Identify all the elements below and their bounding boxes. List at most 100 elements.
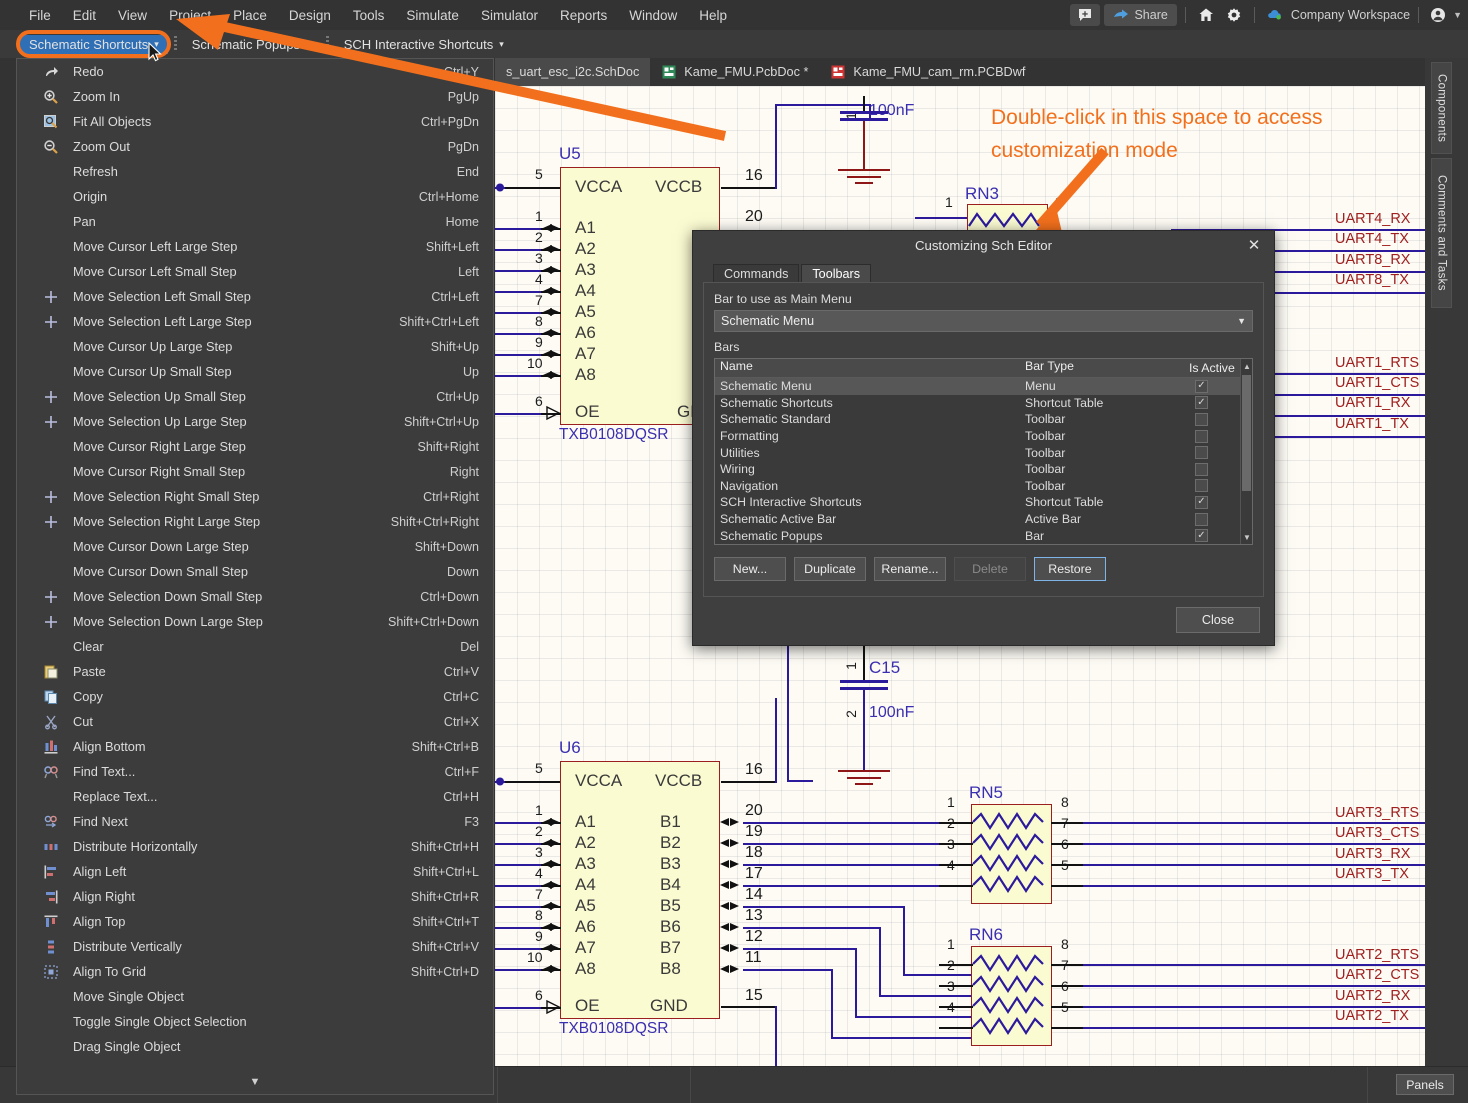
- menu-help[interactable]: Help: [688, 6, 738, 25]
- menu-item-drag-single-object[interactable]: Drag Single Object: [17, 1034, 493, 1059]
- menu-item-find-next[interactable]: Find Next F3: [17, 809, 493, 834]
- add-comment-button[interactable]: [1070, 4, 1101, 26]
- menu-reports[interactable]: Reports: [549, 6, 618, 25]
- table-row[interactable]: Schematic Popups Bar ✓: [715, 527, 1252, 544]
- table-row[interactable]: Schematic Shortcuts Shortcut Table ✓: [715, 395, 1252, 412]
- rename-button[interactable]: Rename...: [874, 557, 946, 581]
- is-active-checkbox[interactable]: [1195, 479, 1208, 493]
- table-row[interactable]: Wiring Toolbar: [715, 461, 1252, 478]
- menu-item-move-cursor-up-large-step[interactable]: Move Cursor Up Large Step Shift+Up: [17, 334, 493, 359]
- menu-item-align-to-grid[interactable]: Align To Grid Shift+Ctrl+D: [17, 959, 493, 984]
- menu-item-zoom-in[interactable]: Zoom In PgUp: [17, 84, 493, 109]
- menu-item-zoom-out[interactable]: Zoom Out PgDn: [17, 134, 493, 159]
- menu-file[interactable]: File: [18, 6, 62, 25]
- dialog-tab-commands[interactable]: Commands: [713, 264, 800, 283]
- menu-design[interactable]: Design: [278, 6, 342, 25]
- menu-item-align-bottom[interactable]: Align Bottom Shift+Ctrl+B: [17, 734, 493, 759]
- menu-item-move-cursor-right-large-step[interactable]: Move Cursor Right Large Step Shift+Right: [17, 434, 493, 459]
- menu-item-move-selection-right-small-step[interactable]: Move Selection Right Small Step Ctrl+Righ…: [17, 484, 493, 509]
- menu-item-distribute-vertically[interactable]: Distribute Vertically Shift+Ctrl+V: [17, 934, 493, 959]
- is-active-checkbox[interactable]: [1195, 512, 1208, 526]
- menu-item-fit-all-objects[interactable]: Fit All Objects Ctrl+PgDn: [17, 109, 493, 134]
- dialog-tab-toolbars[interactable]: Toolbars: [801, 264, 871, 283]
- is-active-checkbox[interactable]: ✓: [1195, 495, 1208, 509]
- table-row[interactable]: Utilities Toolbar: [715, 444, 1252, 461]
- table-row[interactable]: Formatting Toolbar: [715, 428, 1252, 445]
- table-row[interactable]: Schematic Standard Toolbar: [715, 411, 1252, 428]
- menu-tools[interactable]: Tools: [342, 6, 396, 25]
- menu-item-pan[interactable]: Pan Home: [17, 209, 493, 234]
- is-active-checkbox[interactable]: [1195, 446, 1208, 460]
- menu-item-cut[interactable]: Cut Ctrl+X: [17, 709, 493, 734]
- chevron-down-icon[interactable]: ▾: [499, 39, 504, 50]
- scroll-down-icon[interactable]: ▼: [1241, 530, 1252, 544]
- is-active-checkbox[interactable]: ✓: [1195, 396, 1208, 410]
- dialog-close-icon[interactable]: ✕: [1244, 235, 1264, 255]
- menu-item-move-cursor-left-large-step[interactable]: Move Cursor Left Large Step Shift+Left: [17, 234, 493, 259]
- table-row[interactable]: Navigation Toolbar: [715, 478, 1252, 495]
- menu-item-copy[interactable]: Copy Ctrl+C: [17, 684, 493, 709]
- menu-item-clear[interactable]: Clear Del: [17, 634, 493, 659]
- settings-button[interactable]: [1222, 4, 1246, 26]
- shortcut-tab-sch-interactive-shortcuts[interactable]: SCH Interactive Shortcuts ▾: [335, 35, 513, 54]
- menu-item-move-cursor-down-large-step[interactable]: Move Cursor Down Large Step Shift+Down: [17, 534, 493, 559]
- menu-item-move-cursor-up-small-step[interactable]: Move Cursor Up Small Step Up: [17, 359, 493, 384]
- table-row[interactable]: SCH Interactive Shortcuts Shortcut Table ✓: [715, 494, 1252, 511]
- is-active-checkbox[interactable]: ✓: [1195, 379, 1208, 393]
- menu-item-move-selection-left-large-step[interactable]: Move Selection Left Large Step Shift+Ctrl…: [17, 309, 493, 334]
- is-active-checkbox[interactable]: [1195, 412, 1208, 426]
- main-menu-combo[interactable]: Schematic Menu ▼: [714, 310, 1253, 332]
- menu-item-replace-text[interactable]: Replace Text... Ctrl+H: [17, 784, 493, 809]
- menu-place[interactable]: Place: [222, 6, 278, 25]
- shortcut-tab-schematic-shortcuts[interactable]: Schematic Shortcuts ▾: [20, 34, 168, 54]
- menu-item-align-right[interactable]: Align Right Shift+Ctrl+R: [17, 884, 493, 909]
- menu-item-move-selection-down-large-step[interactable]: Move Selection Down Large Step Shift+Ctrl…: [17, 609, 493, 634]
- menu-item-move-cursor-down-small-step[interactable]: Move Cursor Down Small Step Down: [17, 559, 493, 584]
- menu-view[interactable]: View: [107, 6, 158, 25]
- shortcut-tab-schematic-popups[interactable]: Schematic Popups ▾: [183, 35, 320, 54]
- menu-item-move-selection-left-small-step[interactable]: Move Selection Left Small Step Ctrl+Left: [17, 284, 493, 309]
- user-account-button[interactable]: [1427, 4, 1449, 26]
- menu-simulator[interactable]: Simulator: [470, 6, 549, 25]
- menu-item-refresh[interactable]: Refresh End: [17, 159, 493, 184]
- menu-item-move-single-object[interactable]: Move Single Object: [17, 984, 493, 1009]
- customizing-sch-editor-dialog[interactable]: Customizing Sch Editor ✕ Commands Toolbar…: [692, 230, 1275, 646]
- panel-tab-comments-tasks[interactable]: Comments and Tasks: [1431, 158, 1452, 308]
- dialog-close-button[interactable]: Close: [1176, 607, 1260, 633]
- menu-item-origin[interactable]: Origin Ctrl+Home: [17, 184, 493, 209]
- table-row[interactable]: Schematic Active Bar Active Bar: [715, 511, 1252, 528]
- scrollbar-thumb[interactable]: [1242, 375, 1251, 491]
- menu-item-move-selection-down-small-step[interactable]: Move Selection Down Small Step Ctrl+Down: [17, 584, 493, 609]
- table-row[interactable]: Schematic Menu Menu ✓: [715, 378, 1252, 395]
- menu-item-distribute-horizontally[interactable]: Distribute Horizontally Shift+Ctrl+H: [17, 834, 493, 859]
- new-button[interactable]: New...: [714, 557, 786, 581]
- panel-tab-components[interactable]: Components: [1431, 62, 1452, 154]
- menu-simulate[interactable]: Simulate: [395, 6, 470, 25]
- menu-item-align-left[interactable]: Align Left Shift+Ctrl+L: [17, 859, 493, 884]
- document-tab-0[interactable]: s_uart_esc_i2c.SchDoc: [495, 58, 651, 86]
- is-active-checkbox[interactable]: [1195, 429, 1208, 443]
- menu-item-move-cursor-right-small-step[interactable]: Move Cursor Right Small Step Right: [17, 459, 493, 484]
- menu-item-move-selection-up-large-step[interactable]: Move Selection Up Large Step Shift+Ctrl+U…: [17, 409, 493, 434]
- restore-button[interactable]: Restore: [1034, 557, 1106, 581]
- share-button[interactable]: Share: [1104, 4, 1177, 26]
- menu-item-move-cursor-left-small-step[interactable]: Move Cursor Left Small Step Left: [17, 259, 493, 284]
- menu-project[interactable]: Project: [158, 6, 222, 25]
- is-active-checkbox[interactable]: ✓: [1195, 529, 1208, 543]
- panels-button[interactable]: Panels: [1396, 1074, 1454, 1095]
- document-tab-2[interactable]: Kame_FMU_cam_rm.PCBDwf: [819, 58, 1036, 86]
- menu-item-find-text[interactable]: Find Text... Ctrl+F: [17, 759, 493, 784]
- workspace-cloud-button[interactable]: [1263, 4, 1287, 26]
- is-active-checkbox[interactable]: [1195, 462, 1208, 476]
- menu-item-move-selection-right-large-step[interactable]: Move Selection Right Large Step Shift+Ctr…: [17, 509, 493, 534]
- menu-item-redo[interactable]: Redo Ctrl+Y: [17, 59, 493, 84]
- menu-item-move-selection-up-small-step[interactable]: Move Selection Up Small Step Ctrl+Up: [17, 384, 493, 409]
- menu-edit[interactable]: Edit: [62, 6, 107, 25]
- bars-table-scrollbar[interactable]: ▲ ▼: [1240, 359, 1252, 544]
- schematic-shortcuts-dropdown[interactable]: Redo Ctrl+Y Zoom In PgUp Fit All Objects Ctrl…: [16, 58, 494, 1095]
- menu-window[interactable]: Window: [618, 6, 688, 25]
- account-chevron-down-icon[interactable]: ▼: [1453, 10, 1462, 20]
- menu-item-toggle-single-object-selection[interactable]: Toggle Single Object Selection: [17, 1009, 493, 1034]
- chevron-down-icon[interactable]: ▾: [306, 39, 311, 50]
- duplicate-button[interactable]: Duplicate: [794, 557, 866, 581]
